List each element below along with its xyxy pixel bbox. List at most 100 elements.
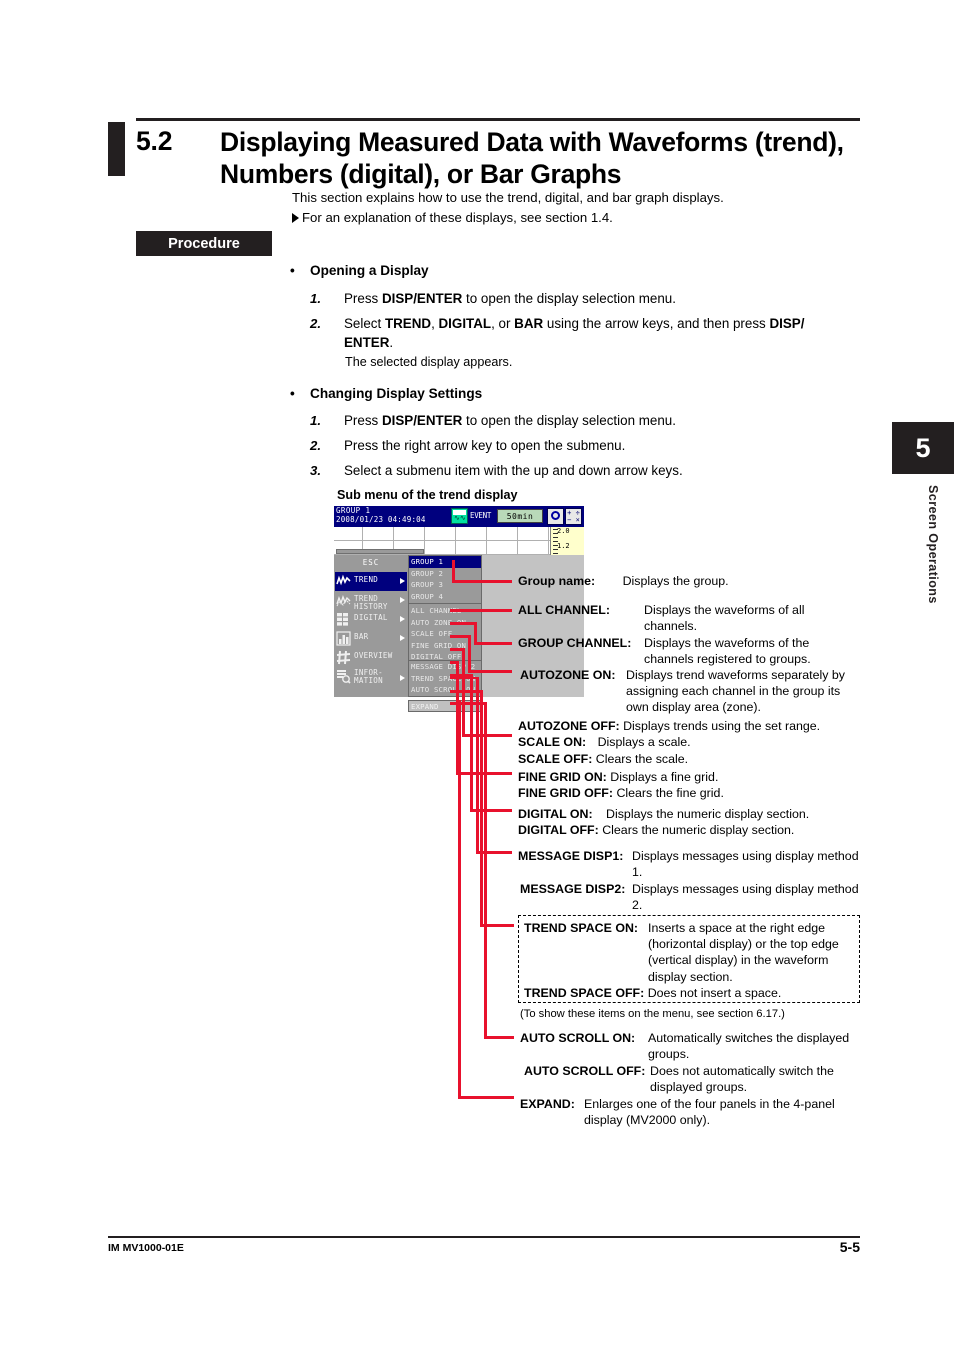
callout-scale-off: SCALE OFF: Clears the scale. [518,752,689,766]
triangle-bullet-icon [292,213,299,223]
callout-message-disp2: MESSAGE DISP2: Displays messages using d… [520,882,859,913]
page-title: Displaying Measured Data with Waveforms … [220,127,844,189]
connector-autozone-v [468,635,471,672]
connector-group-name-h [452,580,512,583]
lcd-title-bar: GROUP 1 2008/01/23 04:49:04 ∿∿ EVENT 50m… [334,506,584,527]
connector-digital-v [470,674,473,811]
lcd-scale-value-bottom: 1.2 [557,542,570,550]
connector-auto-scroll-h1 [450,702,486,705]
callout-group-name: Group name: Displays the group. [518,574,729,588]
connector-autozone-h2 [468,670,512,673]
connector-expand-v [458,700,461,1098]
connector-group-channel-h1 [450,622,476,625]
gear-icon[interactable] [547,508,564,525]
connector-group-channel-v [474,622,477,644]
callout-trend-space-on: TREND SPACE ON: Inserts a space at the r… [524,921,839,984]
section-reference-text: For an explanation of these displays, se… [302,210,613,225]
step-text: Press DISP/ENTER to open the display sel… [344,413,676,428]
connector-all-channel [450,609,512,612]
callout-all-channel: ALL CHANNEL: Displays the waveforms of a… [518,603,805,634]
lcd-event-label: EVENT [470,511,492,520]
chevron-right-icon [400,635,405,641]
lcd-menu-item-digital[interactable]: DIGITAL [335,610,407,629]
lcd-interval-value: 50min [497,509,543,523]
section-intro-text: This section explains how to use the tre… [292,190,724,205]
callout-message-disp1: MESSAGE DISP1: Displays messages using d… [518,849,859,880]
connector-group-name [452,560,455,582]
step-1-opening: 1. Press DISP/ENTER to open the display … [310,289,850,308]
section-accent-bar [108,122,125,176]
callout-autozone-off: AUTOZONE OFF: Displays trends using the … [518,719,821,733]
chevron-right-icon [400,616,405,622]
step-1-changing: 1. Press DISP/ENTER to open the display … [310,411,850,430]
callout-autozone-on: AUTOZONE ON: Displays trend waveforms se… [520,668,845,715]
chevron-right-icon [400,597,405,603]
lcd-scale-value-top: 2.0 [557,527,570,535]
figure-caption: Sub menu of the trend display [337,488,518,502]
media-disk-icon: ∿∿ [451,508,468,524]
bullet-heading-opening-a-display: • Opening a Display [290,263,429,278]
chevron-right-icon [400,578,405,584]
callout-fine-grid-on: FINE GRID ON: Displays a fine grid. [518,770,719,784]
section-top-rule [136,118,860,121]
chapter-tab-number: 5 [892,422,954,474]
footer-rule [108,1236,860,1238]
lcd-menu-item-information[interactable]: INFOR- MATION [335,667,407,691]
connector-autozone-h1 [450,635,470,638]
plus-minus-icon[interactable]: + ÷ − × [565,508,582,525]
lcd-scale-panel: 2.0 1.2 [550,527,584,555]
lcd-group-name: GROUP 1 [336,506,371,515]
lcd-submenu-item-group-1[interactable]: GROUP 1 [409,556,481,568]
lcd-menu-item-trend[interactable]: TREND [335,572,407,591]
callout-trend-space-off: TREND SPACE OFF: Does not insert a space… [524,986,782,1000]
lcd-progress-bar [336,549,424,554]
step-note-opening: The selected display appears. [345,355,513,369]
callout-digital-off: DIGITAL OFF: Clears the numeric display … [518,823,795,837]
footer-document-id: IM MV1000-01E [108,1242,184,1254]
lcd-menu-item-esc[interactable]: ESC [335,555,407,571]
submenu-divider [409,603,481,604]
lcd-submenu-item-group-4[interactable]: GROUP 4 [409,591,481,603]
callout-auto-scroll-off: AUTO SCROLL OFF: Does not automatically … [524,1064,834,1095]
callout-fine-grid-off: FINE GRID OFF: Clears the fine grid. [518,786,724,800]
step-2-opening: 2. Select TREND, DIGITAL, or BAR using t… [310,314,850,352]
lcd-menu-item-trend-history[interactable]: TREND HISTORY [335,591,407,611]
bullet-dot-icon: • [290,386,295,401]
section-reference: For an explanation of these displays, se… [292,209,613,227]
callout-scale-on: SCALE ON: Displays a scale. [518,735,691,749]
step-2-changing: 2. Press the right arrow key to open the… [310,436,850,455]
section-number: 5.2 [136,126,173,156]
lcd-datetime: 2008/01/23 04:49:04 [336,515,426,524]
procedure-tag: Procedure [136,231,272,256]
connector-expand-h [458,1096,514,1099]
step-3-changing: 3. Select a submenu item with the up and… [310,461,850,480]
connector-auto-scroll-v [484,702,487,1038]
lcd-menu-item-bar[interactable]: BAR [335,629,407,648]
lcd-submenu-item-group-2[interactable]: GROUP 2 [409,568,481,580]
callout-auto-scroll-on: AUTO SCROLL ON: Automatically switches t… [520,1031,850,1062]
chapter-tab-label: Screen Operations [926,485,940,604]
digital-icon [336,612,351,627]
connector-trend-space-h1 [450,690,482,693]
connector-messagedisp-h1 [450,676,478,679]
note-section-6-17: (To show these items on the menu, see se… [520,1008,785,1020]
chevron-right-icon [400,675,405,681]
step-text: Press the right arrow key to open the su… [344,438,626,453]
lcd-menu-item-overview[interactable]: OVERVIEW [335,648,407,667]
step-text: Select TREND, DIGITAL, or BAR using the … [344,316,805,350]
overview-icon [336,650,351,665]
trend-history-icon [336,593,351,608]
footer-page-number: 5-5 [839,1239,860,1255]
trend-icon [336,574,351,589]
lcd-submenu: GROUP 1 GROUP 2 GROUP 3 GROUP 4 ALL CHAN… [408,555,482,678]
step-text: Select a submenu item with the up and do… [344,463,683,478]
callout-group-channel: GROUP CHANNEL: Displays the waveforms of… [518,636,811,667]
step-text: Press DISP/ENTER to open the display sel… [344,291,676,306]
bar-icon [336,631,351,646]
bullet-dot-icon: • [290,263,295,278]
callout-expand: EXPAND: Enlarges one of the four panels … [520,1097,835,1128]
connector-auto-scroll-h2 [484,1036,514,1039]
connector-group-channel-h2 [474,642,512,645]
information-icon [336,669,351,684]
bullet-heading-changing-display-settings: • Changing Display Settings [290,386,483,401]
